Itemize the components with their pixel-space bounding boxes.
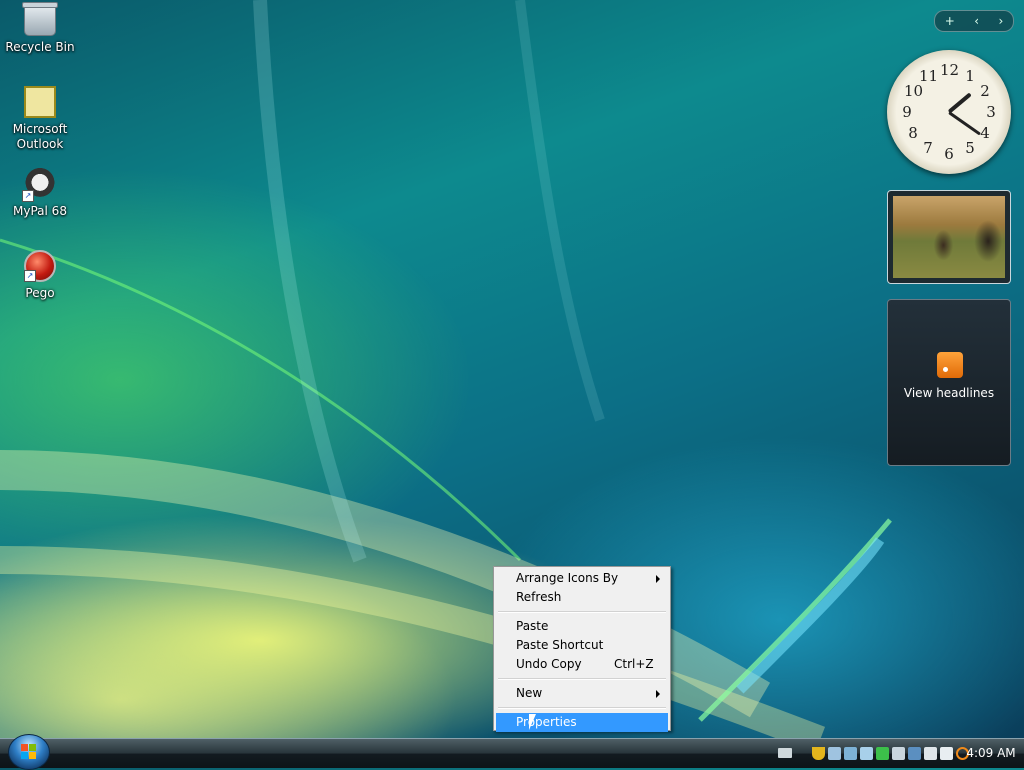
clock-minute-hand: [948, 110, 981, 136]
volume-icon[interactable]: [844, 746, 857, 760]
menu-item-shortcut: Ctrl+Z: [614, 657, 654, 671]
submenu-arrow-icon: [656, 575, 660, 583]
rss-feed-icon: [937, 352, 963, 378]
menu-item-paste[interactable]: Paste: [496, 617, 668, 636]
shortcut-arrow-icon: ↗: [22, 190, 34, 202]
submenu-arrow-icon: [656, 690, 660, 698]
next-gadgets-button[interactable]: ›: [998, 14, 1003, 28]
desktop-icon-pego[interactable]: ↗ Pego: [1, 250, 79, 301]
recycle-bin-icon: [22, 2, 58, 36]
menu-item-new[interactable]: New: [496, 684, 668, 703]
checkmark-icon[interactable]: [876, 746, 889, 760]
clock-number: 6: [944, 145, 954, 163]
vm-icon[interactable]: [892, 746, 905, 760]
desktop-icon-outlook[interactable]: Microsoft Outlook: [1, 86, 79, 152]
clock-number: 9: [902, 103, 912, 121]
desktop-icon-label: Recycle Bin: [5, 40, 75, 54]
menu-item-label: Paste: [516, 619, 549, 633]
display-icon[interactable]: [860, 746, 873, 760]
taskbar-clock[interactable]: 4:09 AM: [963, 738, 1019, 768]
window-icon[interactable]: [924, 746, 937, 760]
clock-number: 11: [919, 67, 939, 85]
desktop-context-menu: Arrange Icons By Refresh Paste Paste Sho…: [493, 566, 671, 732]
menu-item-properties[interactable]: Properties: [496, 713, 668, 732]
clock-number: 5: [965, 139, 975, 157]
menu-item-label: New: [516, 686, 543, 700]
monitor-icon[interactable]: [908, 746, 921, 760]
slideshow-gadget[interactable]: [887, 190, 1011, 284]
desktop-icon-label: Microsoft Outlook: [12, 122, 68, 151]
menu-item-label: Refresh: [516, 590, 562, 604]
desktop-icon-mypal[interactable]: ↗ MyPal 68: [1, 168, 79, 219]
shortcut-arrow-icon: ↗: [24, 270, 36, 282]
desktop-icon-label: MyPal 68: [13, 204, 67, 218]
clock-number: 2: [980, 82, 990, 100]
desktop-icon-recycle-bin[interactable]: Recycle Bin: [1, 2, 79, 55]
pego-icon: ↗: [24, 250, 56, 282]
clock-hour-hand: [947, 92, 972, 114]
clock-number: 12: [940, 61, 960, 79]
clock-gadget[interactable]: 12 1 2 3 4 5 6 7 8 9 10 11: [887, 50, 1011, 174]
menu-item-paste-shortcut[interactable]: Paste Shortcut: [496, 636, 668, 655]
start-button[interactable]: [8, 734, 50, 770]
menu-item-label: Properties: [516, 715, 577, 729]
shield-icon[interactable]: [812, 746, 825, 760]
network-icon[interactable]: [828, 746, 841, 760]
system-tray: [812, 741, 969, 765]
add-gadget-button[interactable]: +: [945, 14, 955, 28]
outlook-icon: [24, 86, 56, 118]
menu-item-arrange-icons-by[interactable]: Arrange Icons By: [496, 569, 668, 588]
menu-separator: [498, 707, 666, 709]
menu-item-label: Paste Shortcut: [516, 638, 604, 652]
menu-item-label: Undo Copy: [516, 657, 582, 671]
menu-separator: [498, 611, 666, 613]
ime-icon[interactable]: [940, 746, 953, 760]
view-headlines-label[interactable]: View headlines: [888, 386, 1010, 400]
menu-item-undo-copy[interactable]: Undo Copy Ctrl+Z: [496, 655, 668, 674]
menu-item-label: Arrange Icons By: [516, 571, 619, 585]
menu-item-refresh[interactable]: Refresh: [496, 588, 668, 607]
feed-headlines-gadget[interactable]: View headlines: [887, 299, 1011, 466]
clock-number: 8: [908, 124, 918, 142]
menu-separator: [498, 678, 666, 680]
desktop-icon-label: Pego: [25, 286, 55, 300]
mouse-cursor-icon: [529, 714, 543, 730]
previous-gadgets-button[interactable]: ‹: [974, 14, 979, 28]
sidebar-controls: + ‹ ›: [934, 10, 1014, 32]
clock-number: 3: [986, 103, 996, 121]
keyboard-icon[interactable]: [778, 748, 792, 758]
mypal-icon: ↗: [22, 168, 56, 202]
windows-logo-icon: [21, 744, 37, 760]
slideshow-image: [893, 196, 1005, 278]
